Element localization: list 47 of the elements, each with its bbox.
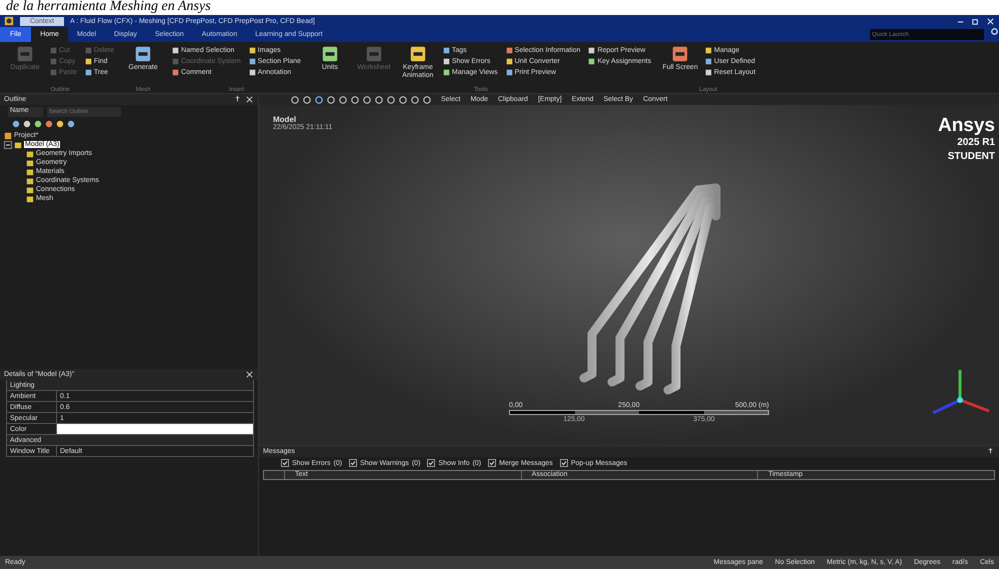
square-icon (50, 69, 57, 76)
caption-text: de la herramienta Meshing en Ansys (0, 0, 999, 15)
model-title: Model (273, 115, 296, 124)
checkbox[interactable] (349, 459, 358, 467)
square-icon (84, 58, 92, 65)
square-icon (442, 47, 450, 54)
square-icon (320, 45, 339, 63)
square-icon (442, 69, 450, 76)
square-icon (248, 69, 256, 76)
checkbox[interactable] (427, 459, 436, 467)
checkbox[interactable] (560, 459, 568, 467)
app-icon[interactable] (4, 16, 14, 26)
square-icon (506, 69, 513, 76)
square-icon (705, 69, 712, 76)
pin-icon[interactable] (986, 447, 995, 456)
square-icon (442, 58, 450, 65)
square-icon (588, 58, 596, 65)
checkbox[interactable] (488, 459, 496, 467)
square-icon (50, 58, 57, 65)
checkbox[interactable] (281, 459, 289, 467)
brand-logo: Ansys (938, 115, 995, 137)
square-icon (172, 47, 180, 54)
square-icon (705, 47, 712, 54)
square-icon (408, 45, 427, 63)
color-swatch[interactable] (57, 424, 253, 434)
close-icon[interactable] (245, 370, 254, 379)
collapse-toggle[interactable] (4, 140, 12, 148)
square-icon (248, 58, 256, 65)
square-icon (50, 47, 57, 54)
square-icon (172, 69, 180, 76)
square-icon (364, 45, 383, 63)
square-icon (16, 45, 34, 63)
close-icon[interactable] (245, 95, 254, 104)
square-icon (248, 47, 256, 54)
version-label: 2025 R1 (956, 137, 995, 148)
square-icon (506, 47, 513, 54)
square-icon (84, 47, 92, 54)
square-icon (671, 45, 690, 63)
edition-label: STUDENT (946, 151, 995, 162)
restore-icon[interactable] (971, 16, 980, 26)
square-icon (506, 58, 513, 65)
square-icon (588, 47, 596, 54)
square-icon (134, 45, 152, 63)
square-icon (705, 58, 712, 65)
pin-icon[interactable] (233, 95, 242, 104)
square-icon (172, 58, 180, 65)
square-icon (84, 69, 92, 76)
